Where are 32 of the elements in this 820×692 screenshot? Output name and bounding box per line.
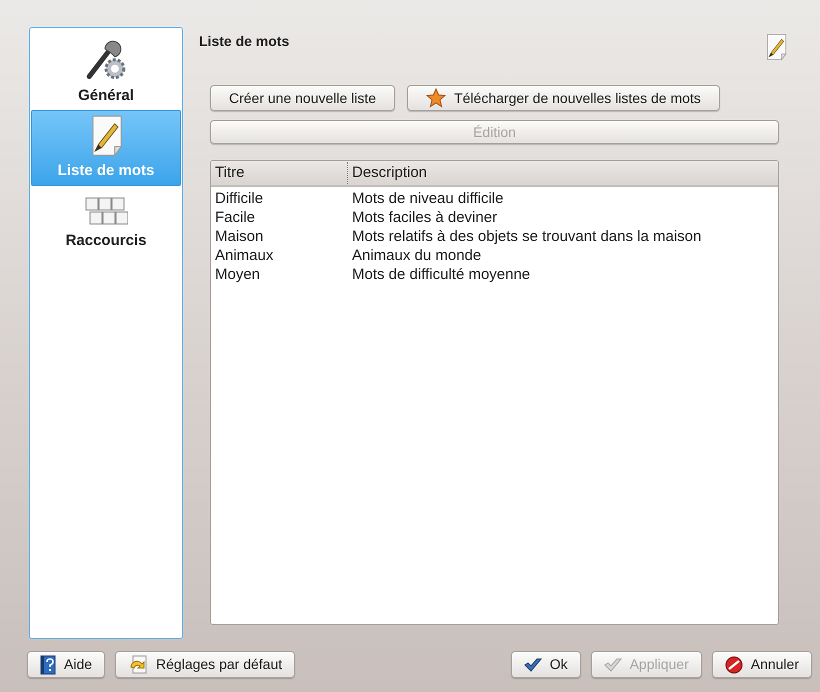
cancel-button[interactable]: Annuler bbox=[712, 651, 812, 678]
ok-button[interactable]: Ok bbox=[510, 651, 581, 678]
column-header[interactable]: Titre bbox=[211, 162, 348, 184]
table-row[interactable]: Moyen Mots de difficulté moyenne bbox=[211, 265, 778, 284]
checkmark-icon bbox=[524, 656, 542, 672]
table-row[interactable]: Facile Mots faciles à deviner bbox=[211, 208, 778, 227]
table-row[interactable]: Difficile Mots de niveau difficile bbox=[211, 189, 778, 208]
cancel-icon bbox=[724, 656, 743, 674]
defaults-button[interactable]: Réglages par défaut bbox=[115, 651, 296, 678]
table-cell-text: Difficile bbox=[214, 189, 264, 208]
table-cell-text: Animaux du monde bbox=[351, 246, 482, 265]
page-title: Liste de mots bbox=[199, 32, 290, 51]
create-list-button[interactable]: Créer une nouvelle liste bbox=[210, 85, 396, 111]
table-cell-text: Moyen bbox=[214, 265, 262, 284]
table-cell-text: Mots faciles à deviner bbox=[351, 208, 498, 227]
table-row[interactable]: Animaux Animaux du monde bbox=[211, 246, 778, 265]
star-icon bbox=[426, 88, 446, 108]
help-book-icon bbox=[40, 654, 56, 674]
table-cell-text: Mots relatifs à des objets se trouvant dans la maison bbox=[351, 227, 702, 246]
column-header[interactable]: Description bbox=[348, 162, 778, 184]
download-button[interactable]: Télécharger de nouvelles listes de mots bbox=[407, 85, 720, 111]
table-cell-text: Maison bbox=[214, 227, 264, 246]
checkmark-icon bbox=[604, 656, 622, 672]
table-cell-text: Mots de niveau difficile bbox=[351, 189, 504, 208]
undo-page-icon bbox=[128, 654, 148, 674]
table-row[interactable]: Maison Mots relatifs à des objets se trouvant dans la maison bbox=[211, 227, 778, 246]
table-cell-text: Facile bbox=[214, 208, 256, 227]
sidebar-item[interactable]: Raccourcis bbox=[31, 186, 181, 262]
sidebar-item[interactable]: Général bbox=[31, 34, 181, 110]
help-button[interactable]: Aide bbox=[27, 651, 106, 678]
table-cell-text: Animaux bbox=[214, 246, 274, 265]
table-cell-text: Mots de difficulté moyenne bbox=[351, 265, 532, 284]
